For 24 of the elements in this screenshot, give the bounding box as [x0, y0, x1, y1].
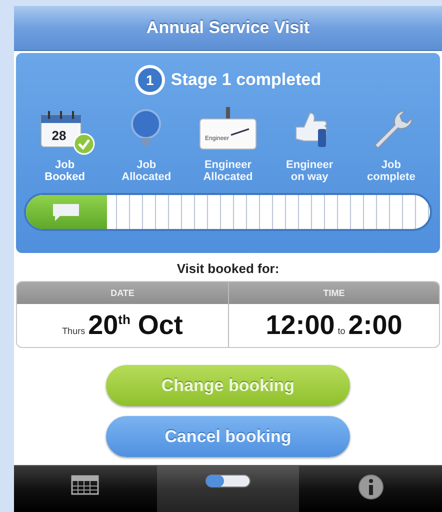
progress-bar-icon: [205, 474, 251, 488]
screen-title: Annual Service Visit: [146, 18, 310, 38]
stage-label: Job Allocated: [122, 159, 172, 183]
speech-bubble-icon: [51, 202, 82, 222]
start-time: 12:00: [266, 310, 335, 341]
change-booking-button[interactable]: Change booking: [106, 365, 350, 406]
cancel-booking-button[interactable]: Cancel booking: [106, 416, 350, 457]
booking-heading: Visit booked for:: [176, 261, 280, 276]
stage-label: Engineer Allocated: [203, 159, 253, 183]
column-header: TIME: [228, 282, 439, 304]
calendar-icon: [70, 474, 100, 496]
stage-label: Job complete: [367, 159, 416, 183]
time-joiner: to: [338, 326, 346, 336]
booking-date: 20$^{th}$ Oct: [88, 310, 183, 341]
info-icon: [358, 474, 384, 500]
column-header: DATE: [17, 282, 228, 304]
tab[interactable]: [156, 466, 300, 512]
stage-number-badge: 1: [134, 65, 165, 95]
end-time: 2:00: [348, 310, 402, 341]
stage-label: Engineer on way: [286, 159, 334, 183]
stage-status: Stage 1 completed: [170, 70, 322, 90]
check-badge-icon: [72, 133, 95, 155]
stage-label: Job Booked: [44, 159, 85, 183]
weekday-label: Thurs: [62, 326, 86, 336]
